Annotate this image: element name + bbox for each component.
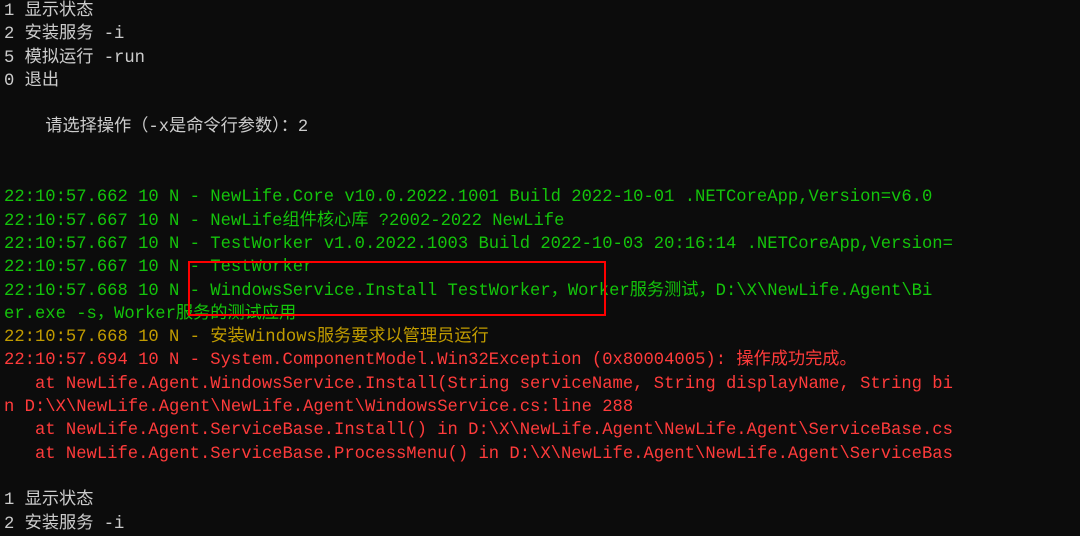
- log-line: 22:10:57.662 10 N - NewLife.Core v10.0.2…: [4, 186, 1080, 209]
- menu-item-exit: 0 退出: [4, 70, 1080, 93]
- log-error-timestamp: 22:10:57.694 10 N -: [4, 351, 200, 370]
- blank-line: [4, 163, 1080, 186]
- menu-item-status: 1 显示状态: [4, 489, 1080, 512]
- terminal-output[interactable]: 1 显示状态 2 安装服务 -i 5 模拟运行 -run 0 退出 请选择操作（…: [0, 0, 1080, 536]
- menu-item-install: 2 安装服务 -i: [4, 23, 1080, 46]
- log-line: 22:10:57.667 10 N - TestWorker: [4, 256, 1080, 279]
- log-stack-line: n D:\X\NewLife.Agent\NewLife.Agent\Windo…: [4, 396, 1080, 419]
- blank-line: [4, 466, 1080, 489]
- log-error-line: 22:10:57.694 10 N - System.ComponentMode…: [4, 349, 1080, 372]
- log-stack-line: at NewLife.Agent.ServiceBase.ProcessMenu…: [4, 443, 1080, 466]
- menu-item-run: 5 模拟运行 -run: [4, 47, 1080, 70]
- menu-item-install: 2 安装服务 -i: [4, 513, 1080, 536]
- log-line: 22:10:57.667 10 N - NewLife组件核心库 ?2002-2…: [4, 210, 1080, 233]
- prompt-text: 请选择操作（-x是命令行参数）：: [45, 118, 298, 137]
- log-stack-line: at NewLife.Agent.ServiceBase.Install() i…: [4, 419, 1080, 442]
- log-line: er.exe -s，Worker服务的测试应用: [4, 303, 1080, 326]
- log-stack-line: at NewLife.Agent.WindowsService.Install(…: [4, 373, 1080, 396]
- log-line: 22:10:57.668 10 N - WindowsService.Insta…: [4, 280, 1080, 303]
- log-warning-line: 22:10:57.668 10 N - 安装Windows服务要求以管理员运行: [4, 326, 1080, 349]
- log-error-message: System.ComponentModel.Win32Exception (0x…: [200, 351, 857, 370]
- log-line: 22:10:57.667 10 N - TestWorker v1.0.2022…: [4, 233, 1080, 256]
- prompt-line: 请选择操作（-x是命令行参数）：2: [4, 93, 1080, 163]
- prompt-input: 2: [298, 118, 308, 137]
- menu-item-status: 1 显示状态: [4, 0, 1080, 23]
